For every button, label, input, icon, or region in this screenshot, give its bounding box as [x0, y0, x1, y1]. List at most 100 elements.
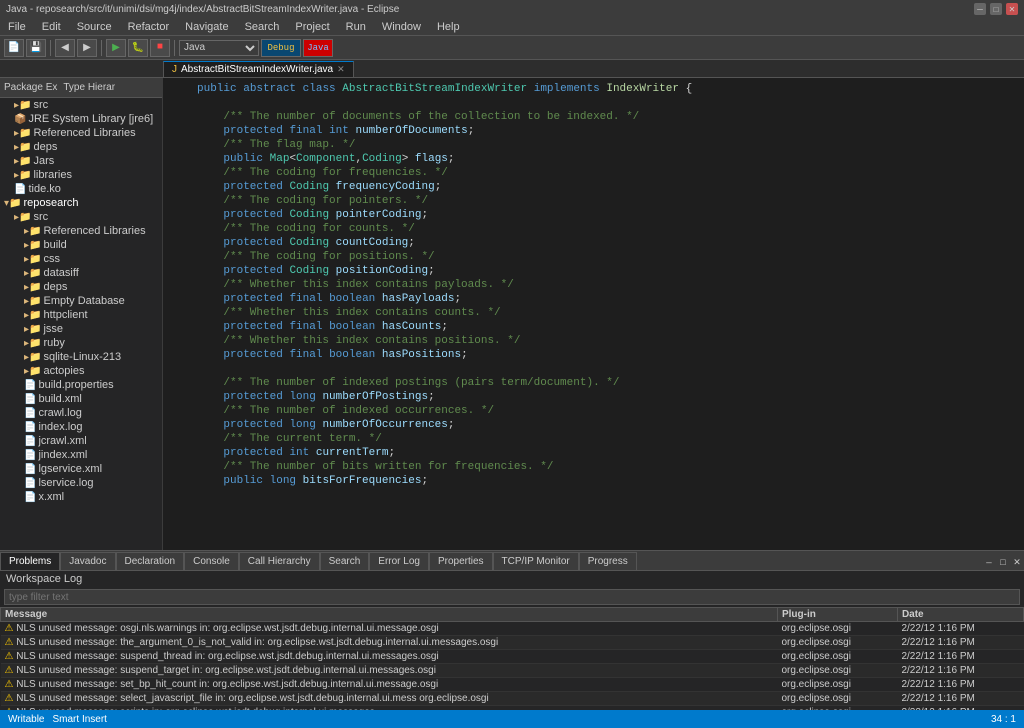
- run-button[interactable]: ▶: [106, 39, 126, 57]
- maximize-button[interactable]: □: [990, 3, 1002, 15]
- code-line: protected Coding frequencyCoding;: [163, 180, 1024, 194]
- debug-perspective[interactable]: Debug: [261, 39, 301, 57]
- menu-source[interactable]: Source: [69, 18, 120, 35]
- stop-button[interactable]: ■: [150, 39, 170, 57]
- sidebar-item-reflibs1[interactable]: ▸📁 Referenced Libraries: [0, 126, 162, 140]
- sidebar-item-indexlog[interactable]: 📄 index.log: [0, 420, 162, 434]
- sidebar-item-xxm[interactable]: 📄 x.xml: [0, 490, 162, 504]
- sidebar-item-datasiff[interactable]: ▸📁 datasiff: [0, 266, 162, 280]
- tab-console[interactable]: Console: [184, 552, 239, 570]
- tab-problems[interactable]: Problems: [0, 552, 60, 570]
- code-editor: public abstract class AbstractBitStreamI…: [163, 78, 1024, 550]
- sidebar-item-jsse[interactable]: ▸📁 jsse: [0, 322, 162, 336]
- sidebar-item-reposearch[interactable]: ▾📁 reposearch: [0, 196, 162, 210]
- sidebar-item-deps1[interactable]: ▸📁 deps: [0, 140, 162, 154]
- folder-icon: ▸📁: [24, 240, 41, 251]
- menu-file[interactable]: File: [0, 18, 34, 35]
- code-line: /** The coding for positions. */: [163, 250, 1024, 264]
- sidebar-item-label: src: [33, 99, 48, 111]
- code-line: /** Whether this index contains payloads…: [163, 278, 1024, 292]
- code-line: /** The flag map. */: [163, 138, 1024, 152]
- filter-input[interactable]: [4, 589, 1020, 605]
- sidebar-item-build[interactable]: ▸📁 build: [0, 238, 162, 252]
- workspace-log-label: Workspace Log: [0, 571, 1024, 587]
- sidebar-item-reflibs2[interactable]: ▸📁 Referenced Libraries: [0, 224, 162, 238]
- sidebar-item-ruby[interactable]: ▸📁 ruby: [0, 336, 162, 350]
- menu-run[interactable]: Run: [338, 18, 374, 35]
- sidebar-item-crawllog[interactable]: 📄 crawl.log: [0, 406, 162, 420]
- titlebar: Java - reposearch/src/it/unimi/dsi/mg4j/…: [0, 0, 1024, 18]
- editor-tab-abstract[interactable]: J AbstractBitStreamIndexWriter.java ✕: [163, 61, 354, 77]
- sidebar-item-jcrawlxml[interactable]: 📄 jcrawl.xml: [0, 434, 162, 448]
- sidebar-item-jre[interactable]: 📦 JRE System Library [jre6]: [0, 112, 162, 126]
- sidebar-item-actopies[interactable]: ▸📁 actopies: [0, 364, 162, 378]
- sidebar-item-lservice[interactable]: 📄 lservice.log: [0, 476, 162, 490]
- tab-errorlog[interactable]: Error Log: [369, 552, 429, 570]
- log-row: ⚠ NLS unused message: suspend_target in:…: [1, 664, 1024, 678]
- save-button[interactable]: 💾: [26, 39, 46, 57]
- sidebar-item-deps2[interactable]: ▸📁 deps: [0, 280, 162, 294]
- file-icon: 📄: [24, 492, 36, 503]
- code-area[interactable]: public abstract class AbstractBitStreamI…: [163, 78, 1024, 550]
- sidebar-item-label: deps: [43, 281, 67, 293]
- minimize-button[interactable]: ─: [974, 3, 986, 15]
- sidebar-item-buildxml[interactable]: 📄 build.xml: [0, 392, 162, 406]
- tab-callhierarchy[interactable]: Call Hierarchy: [239, 552, 320, 570]
- sidebar-item-src2[interactable]: ▸📁 src: [0, 210, 162, 224]
- file-icon: 📄: [24, 464, 36, 475]
- sidebar-item-jars[interactable]: ▸📁 Jars: [0, 154, 162, 168]
- menu-window[interactable]: Window: [374, 18, 429, 35]
- log-row: ⚠ NLS unused message: scripts in: org.ec…: [1, 706, 1024, 711]
- folder-icon: ▸📁: [14, 128, 31, 139]
- perspective-combo[interactable]: Debug Java: [179, 40, 259, 56]
- maximize-panel-button[interactable]: □: [996, 556, 1010, 570]
- sidebar-item-css[interactable]: ▸📁 css: [0, 252, 162, 266]
- code-line: /** The coding for frequencies. */: [163, 166, 1024, 180]
- folder-icon: ▸📁: [24, 352, 41, 363]
- menu-edit[interactable]: Edit: [34, 18, 69, 35]
- forward-button[interactable]: ▶: [77, 39, 97, 57]
- sidebar-item-jindexxml[interactable]: 📄 jindex.xml: [0, 448, 162, 462]
- menu-navigate[interactable]: Navigate: [177, 18, 236, 35]
- sidebar-item-sqlite[interactable]: ▸📁 sqlite-Linux-213: [0, 350, 162, 364]
- editor-tab-label: AbstractBitStreamIndexWriter.java: [181, 64, 333, 75]
- sidebar: Package Ex Type Hierar ▸📁 src 📦 JRE Syst…: [0, 78, 163, 550]
- menu-project[interactable]: Project: [287, 18, 337, 35]
- tab-search[interactable]: Search: [320, 552, 370, 570]
- file-icon: 📄: [24, 422, 36, 433]
- tab-progress[interactable]: Progress: [579, 552, 637, 570]
- debug-button[interactable]: 🐛: [128, 39, 148, 57]
- tab-declaration[interactable]: Declaration: [116, 552, 185, 570]
- sidebar-item-buildprops[interactable]: 📄 build.properties: [0, 378, 162, 392]
- tab-properties[interactable]: Properties: [429, 552, 493, 570]
- log-date: 2/22/12 1:16 PM: [897, 706, 1023, 711]
- folder-icon: ▸📁: [24, 296, 41, 307]
- menu-refactor[interactable]: Refactor: [120, 18, 178, 35]
- log-date: 2/22/12 1:16 PM: [897, 664, 1023, 678]
- folder-icon: ▾📁: [4, 198, 21, 209]
- sidebar-item-emptydb[interactable]: ▸📁 Empty Database: [0, 294, 162, 308]
- status-insert: Smart Insert: [53, 714, 107, 725]
- menu-help[interactable]: Help: [429, 18, 468, 35]
- code-line: protected Coding positionCoding;: [163, 264, 1024, 278]
- code-line: /** The coding for pointers. */: [163, 194, 1024, 208]
- log-row: ⚠ NLS unused message: osgi.nls.warnings …: [1, 622, 1024, 636]
- back-button[interactable]: ◀: [55, 39, 75, 57]
- menu-search[interactable]: Search: [237, 18, 288, 35]
- log-plugin: org.eclipse.osgi: [777, 692, 897, 706]
- close-panel-button[interactable]: ✕: [1010, 556, 1024, 570]
- sidebar-item-httpclient[interactable]: ▸📁 httpclient: [0, 308, 162, 322]
- sidebar-item-lgservice[interactable]: 📄 lgservice.xml: [0, 462, 162, 476]
- new-button[interactable]: 📄: [4, 39, 24, 57]
- tab-javadoc[interactable]: Javadoc: [60, 552, 115, 570]
- sidebar-item-src1[interactable]: ▸📁 src: [0, 98, 162, 112]
- code-line: /** Whether this index contains counts. …: [163, 306, 1024, 320]
- minimize-panel-button[interactable]: —: [982, 556, 996, 570]
- close-button[interactable]: ✕: [1006, 3, 1018, 15]
- sidebar-item-tideko[interactable]: 📄 tide.ko: [0, 182, 162, 196]
- sidebar-item-libraries[interactable]: ▸📁 libraries: [0, 168, 162, 182]
- tab-tcpip[interactable]: TCP/IP Monitor: [493, 552, 579, 570]
- java-perspective[interactable]: Java: [303, 39, 333, 57]
- tab-close-button[interactable]: ✕: [337, 64, 345, 75]
- bottom-panel: Problems Javadoc Declaration Console Cal…: [0, 550, 1024, 710]
